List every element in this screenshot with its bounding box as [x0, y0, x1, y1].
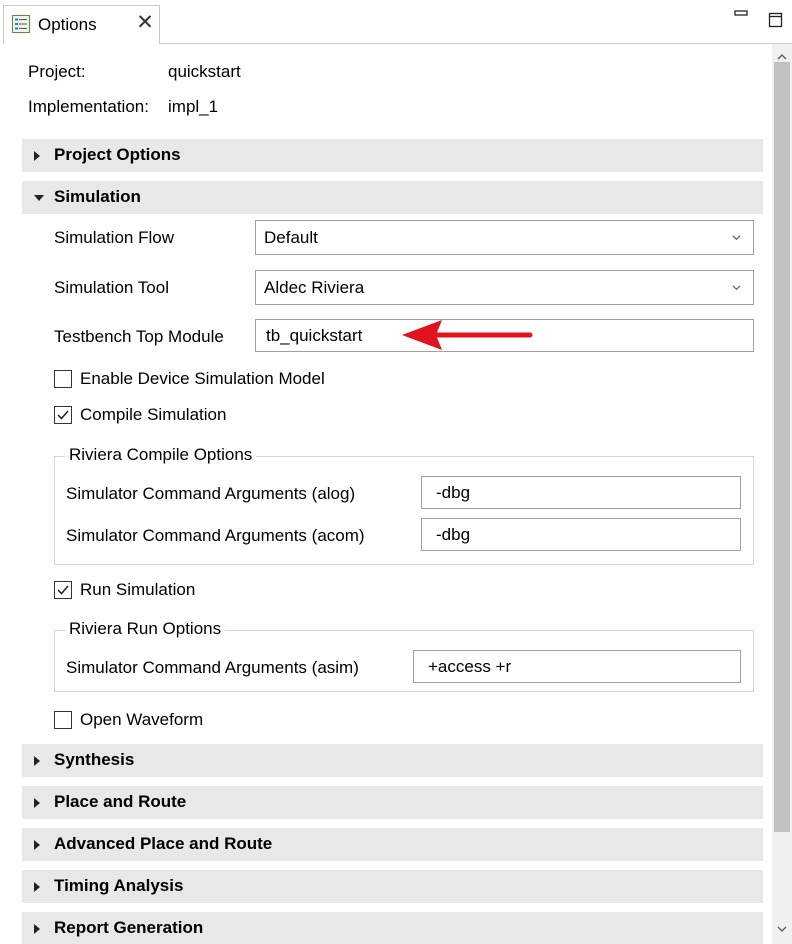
alog-args-value: -dbg [436, 483, 471, 502]
acom-args-label: Simulator Command Arguments (acom) [66, 526, 365, 545]
section-report-generation[interactable]: Report Generation [22, 912, 763, 944]
project-value: quickstart [168, 62, 241, 81]
implementation-label: Implementation: [28, 97, 149, 116]
scrollbar-thumb[interactable] [774, 62, 790, 832]
section-label: Place and Route [54, 792, 187, 811]
tab-label: Options [38, 15, 97, 34]
maximize-icon[interactable] [768, 12, 784, 28]
asim-args-value: +access +r [428, 657, 512, 676]
project-label: Project: [28, 62, 86, 81]
testbench-top-module-value: tb_quickstart [266, 326, 363, 345]
section-label: Project Options [54, 145, 181, 164]
riviera-run-options-title: Riviera Run Options [65, 619, 226, 639]
expand-arrow-icon [34, 151, 40, 161]
compile-simulation-checkbox[interactable] [54, 406, 72, 424]
collapse-arrow-icon [34, 195, 44, 201]
simulation-flow-value: Default [264, 228, 318, 247]
chevron-down-icon [732, 285, 741, 291]
close-icon[interactable]: ✕ [135, 12, 155, 34]
chevron-down-icon [732, 235, 741, 241]
alog-args-input[interactable]: -dbg [421, 476, 741, 509]
expand-arrow-icon [34, 882, 40, 892]
section-label: Advanced Place and Route [54, 834, 273, 853]
open-waveform-checkbox[interactable] [54, 711, 72, 729]
options-list-icon [12, 15, 30, 33]
annotation-arrow-icon [402, 320, 533, 350]
checkmark-icon [57, 410, 69, 420]
acom-args-input[interactable]: -dbg [421, 518, 741, 551]
section-label: Timing Analysis [54, 876, 184, 895]
simulation-flow-select[interactable]: Default [255, 220, 754, 255]
enable-device-simulation-model-label: Enable Device Simulation Model [80, 369, 325, 388]
run-simulation-label: Run Simulation [80, 580, 196, 599]
compile-simulation-label: Compile Simulation [80, 405, 227, 424]
section-label: Synthesis [54, 750, 135, 769]
simulation-tool-label: Simulation Tool [54, 278, 169, 297]
asim-args-label: Simulator Command Arguments (asim) [66, 658, 359, 677]
section-label: Simulation [54, 187, 141, 206]
checkmark-icon [57, 585, 69, 595]
scroll-down-icon[interactable] [776, 924, 788, 934]
section-label: Report Generation [54, 918, 204, 937]
tab-bar: Options ✕ [0, 0, 792, 44]
section-project-options[interactable]: Project Options [22, 139, 763, 172]
testbench-top-module-label: Testbench Top Module [54, 327, 224, 346]
section-synthesis[interactable]: Synthesis [22, 744, 763, 777]
scroll-up-icon[interactable] [776, 52, 788, 62]
simulation-tool-select[interactable]: Aldec Riviera [255, 270, 754, 305]
expand-arrow-icon [34, 924, 40, 934]
tab-options[interactable]: Options ✕ [3, 5, 160, 44]
riviera-compile-options-title: Riviera Compile Options [65, 445, 257, 465]
alog-args-label: Simulator Command Arguments (alog) [66, 484, 356, 503]
enable-device-simulation-model-checkbox[interactable] [54, 370, 72, 388]
expand-arrow-icon [34, 840, 40, 850]
open-waveform-label: Open Waveform [80, 710, 204, 729]
section-simulation[interactable]: Simulation [22, 181, 763, 214]
expand-arrow-icon [34, 798, 40, 808]
section-advanced-place-and-route[interactable]: Advanced Place and Route [22, 828, 763, 861]
minimize-icon[interactable] [733, 8, 749, 24]
simulation-flow-label: Simulation Flow [54, 228, 174, 247]
simulation-tool-value: Aldec Riviera [264, 278, 365, 297]
asim-args-input[interactable]: +access +r [413, 650, 741, 683]
run-simulation-checkbox[interactable] [54, 581, 72, 599]
expand-arrow-icon [34, 756, 40, 766]
implementation-value: impl_1 [168, 97, 219, 116]
acom-args-value: -dbg [436, 525, 471, 544]
section-timing-analysis[interactable]: Timing Analysis [22, 870, 763, 903]
section-place-and-route[interactable]: Place and Route [22, 786, 763, 819]
